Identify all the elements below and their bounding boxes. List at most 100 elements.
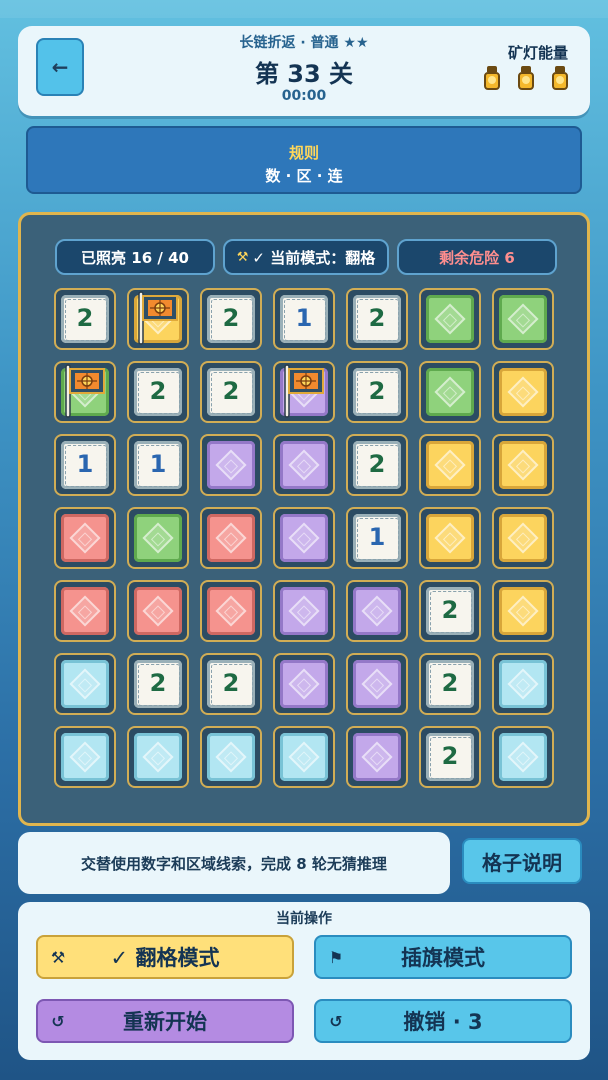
board-cell[interactable]: [127, 580, 189, 642]
crystal-icon: [507, 595, 539, 627]
hint-text: 交替使用数字和区域线索，完成 8 轮无猜推理: [81, 854, 387, 873]
crystal-icon: [142, 741, 174, 773]
crystal-icon: [215, 741, 247, 773]
tile-number: 2: [441, 742, 459, 770]
flip-mode-button[interactable]: ⚒ ✓ 翻格模式: [36, 935, 294, 979]
board-cell[interactable]: 2: [419, 653, 481, 715]
crystal-icon: [215, 595, 247, 627]
board-cell[interactable]: [492, 288, 554, 350]
number-tile: 2: [207, 295, 255, 343]
board-cell[interactable]: 2: [54, 288, 116, 350]
tile-number: 2: [222, 669, 240, 697]
board-cell[interactable]: [492, 434, 554, 496]
number-tile: 2: [207, 368, 255, 416]
board-cell[interactable]: [273, 726, 335, 788]
number-tile: 1: [61, 441, 109, 489]
flag-mode-button[interactable]: ⚑ 插旗模式: [314, 935, 572, 979]
board-cell[interactable]: [492, 361, 554, 423]
crystal-tile: [280, 733, 328, 781]
undo-button[interactable]: ↺ 撤销 · 3: [314, 999, 572, 1043]
hint-banner: 交替使用数字和区域线索，完成 8 轮无猜推理: [18, 832, 450, 894]
number-tile: 2: [353, 368, 401, 416]
crystal-icon: [434, 376, 466, 408]
board-cell[interactable]: [419, 434, 481, 496]
board-cell[interactable]: [54, 653, 116, 715]
board-cell[interactable]: 2: [200, 653, 262, 715]
tile-number: 2: [222, 377, 240, 405]
board-cell[interactable]: [273, 580, 335, 642]
crystal-tile: [499, 441, 547, 489]
board-cell[interactable]: [492, 726, 554, 788]
tile-grid: 2 2 1 2 2 2 2 1 1 2 1 2 2 2 2 2: [54, 288, 558, 800]
crystal-tile: [207, 733, 255, 781]
board-cell[interactable]: [273, 507, 335, 569]
cell-help-button[interactable]: 格子说明: [462, 838, 582, 884]
board-cell[interactable]: 1: [273, 288, 335, 350]
board-cell[interactable]: [273, 361, 335, 423]
board-cell[interactable]: [492, 653, 554, 715]
board-cell[interactable]: [127, 288, 189, 350]
crystal-icon: [288, 741, 320, 773]
board-cell[interactable]: [273, 434, 335, 496]
crystal-icon: [361, 741, 393, 773]
crystal-icon: [434, 303, 466, 335]
danger-counter-text: 剩余危险 6: [439, 248, 515, 267]
crystal-icon: [507, 668, 539, 700]
board-cell[interactable]: [127, 726, 189, 788]
tile-number: 2: [441, 596, 459, 624]
tile-number: 2: [368, 304, 386, 332]
board-cell[interactable]: 2: [346, 288, 408, 350]
crystal-tile: [499, 733, 547, 781]
board-cell[interactable]: [419, 288, 481, 350]
number-tile: 1: [353, 514, 401, 562]
board-cell[interactable]: [200, 507, 262, 569]
board-cell[interactable]: [54, 507, 116, 569]
board-cell[interactable]: [273, 653, 335, 715]
board-cell[interactable]: [200, 580, 262, 642]
board-cell[interactable]: 2: [346, 434, 408, 496]
crystal-tile: [207, 441, 255, 489]
board-cell[interactable]: [54, 361, 116, 423]
crystal-icon: [142, 522, 174, 554]
crystal-tile: [61, 587, 109, 635]
board-cell[interactable]: [54, 580, 116, 642]
board-cell[interactable]: 1: [127, 434, 189, 496]
current-mode-text: ✓ 当前模式：翻格: [252, 248, 376, 267]
pickaxe-icon: ⚒: [50, 947, 66, 967]
crystal-tile: [499, 587, 547, 635]
lamp-icon: [516, 66, 536, 90]
crystal-icon: [361, 595, 393, 627]
crystal-tile: [426, 368, 474, 416]
board-cell[interactable]: 2: [200, 361, 262, 423]
crystal-tile: [353, 733, 401, 781]
board-cell[interactable]: [200, 434, 262, 496]
board-cell[interactable]: 2: [346, 361, 408, 423]
board-cell[interactable]: 1: [54, 434, 116, 496]
crystal-tile: [280, 587, 328, 635]
crystal-tile: [499, 514, 547, 562]
crystal-icon: [507, 376, 539, 408]
board-cell[interactable]: 2: [127, 361, 189, 423]
board-cell[interactable]: 1: [346, 507, 408, 569]
board-cell[interactable]: 2: [419, 580, 481, 642]
board-cell[interactable]: [200, 726, 262, 788]
crystal-tile: [280, 660, 328, 708]
board-cell[interactable]: 2: [419, 726, 481, 788]
board-cell[interactable]: [346, 653, 408, 715]
board-cell[interactable]: [419, 507, 481, 569]
crystal-icon: [507, 449, 539, 481]
restart-button[interactable]: ↺ 重新开始: [36, 999, 294, 1043]
board-cell[interactable]: 2: [127, 653, 189, 715]
board-cell[interactable]: [492, 580, 554, 642]
board-cell[interactable]: [419, 361, 481, 423]
crystal-icon: [215, 449, 247, 481]
board-cell[interactable]: [346, 726, 408, 788]
top-header: ← 长链折返 · 普通 ★★ 第 33 关 00:00 矿灯能量: [18, 26, 590, 116]
board-cell[interactable]: [492, 507, 554, 569]
crystal-tile: [61, 660, 109, 708]
board-cell[interactable]: [346, 580, 408, 642]
board-cell[interactable]: [127, 507, 189, 569]
board-cell[interactable]: [54, 726, 116, 788]
board-cell[interactable]: 2: [200, 288, 262, 350]
crystal-icon: [361, 668, 393, 700]
